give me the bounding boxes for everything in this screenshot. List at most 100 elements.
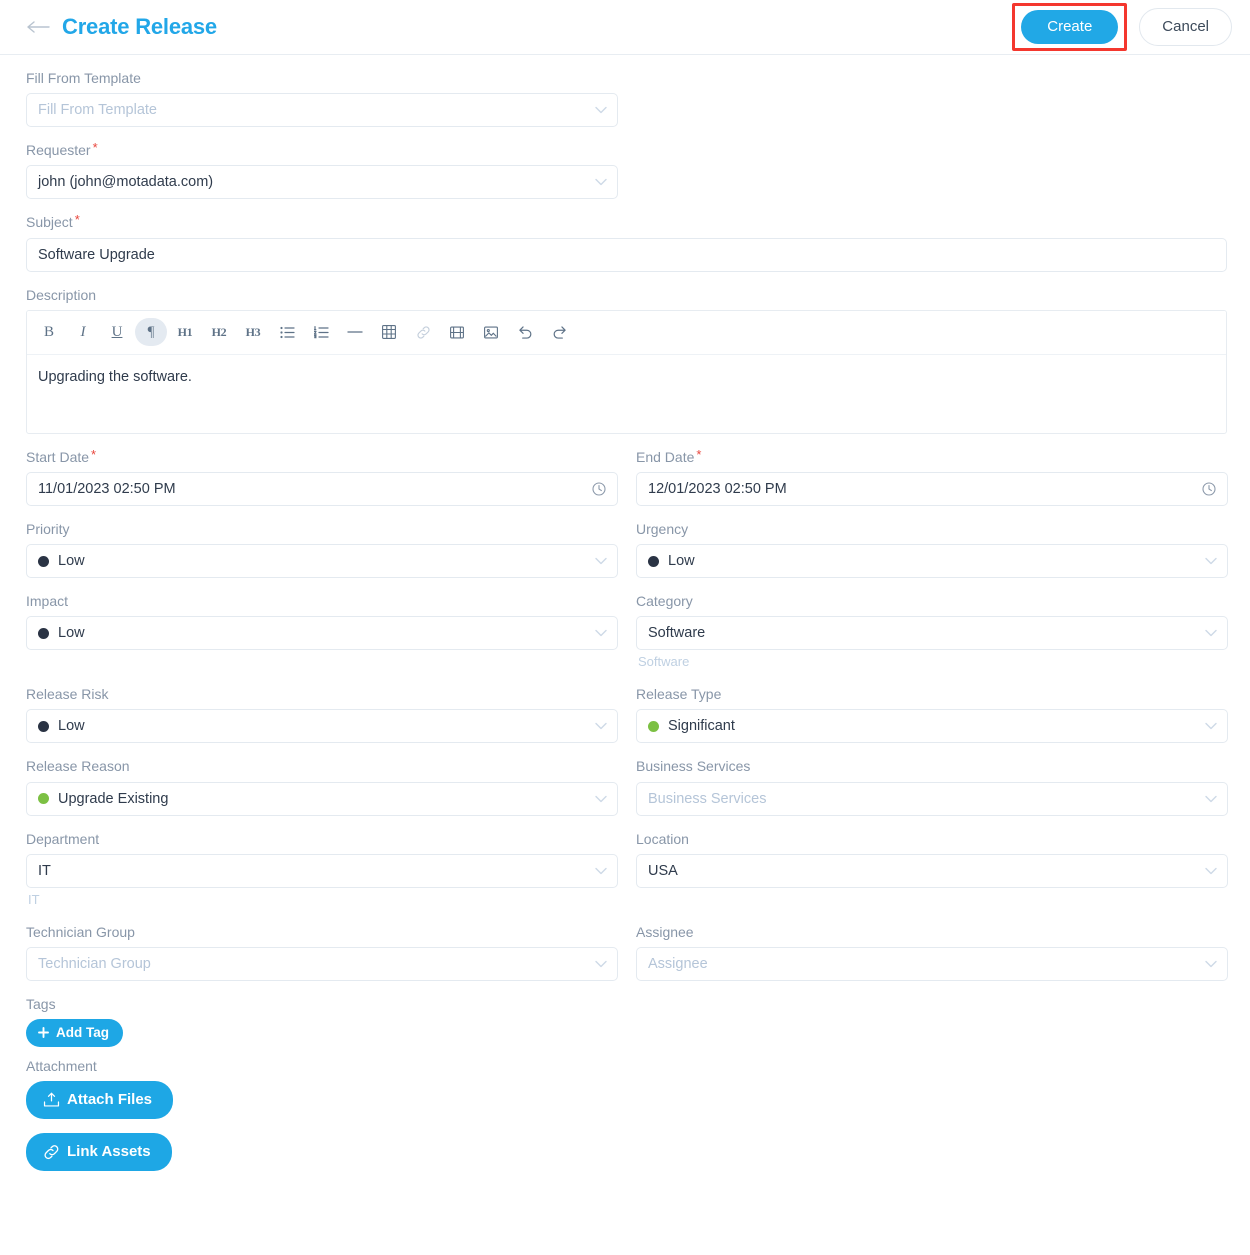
link-assets-button[interactable]: Link Assets	[26, 1132, 172, 1171]
category-select[interactable]: Software	[636, 616, 1228, 651]
business-services-select[interactable]: Business Services	[636, 781, 1228, 816]
release-risk-select[interactable]: Low	[26, 709, 618, 744]
cancel-button[interactable]: Cancel	[1139, 8, 1232, 46]
impact-select[interactable]: Low	[26, 616, 618, 651]
image-icon[interactable]	[475, 318, 507, 346]
description-label: Description	[26, 286, 97, 303]
field-impact: Impact Low	[26, 592, 618, 671]
urgency-label: Urgency	[636, 520, 689, 537]
priority-select[interactable]: Low	[26, 544, 618, 579]
chevron-down-icon	[595, 627, 607, 639]
clock-icon[interactable]	[1202, 482, 1216, 496]
category-label: Category	[636, 593, 693, 610]
field-priority: Priority Low	[26, 520, 618, 579]
add-tag-label: Add Tag	[56, 1025, 109, 1041]
heading-3-icon[interactable]: H3	[237, 318, 269, 346]
chevron-down-icon	[595, 720, 607, 732]
link-icon[interactable]	[407, 318, 439, 346]
row-techgroup-assignee: Technician Group Technician Group Assign…	[26, 923, 1228, 981]
release-reason-color-dot	[38, 793, 49, 805]
plus-icon	[38, 1027, 49, 1039]
department-hint: IT	[28, 891, 40, 907]
requester-label: Requester *	[26, 140, 98, 159]
create-button[interactable]: Create	[1021, 10, 1119, 44]
add-tag-button[interactable]: Add Tag	[26, 1019, 123, 1047]
field-start-date: Start Date * 11/01/2023 02:50 PM	[26, 448, 618, 506]
row-impact-category: Impact Low Category Software Software	[26, 592, 1228, 671]
technician-group-value: Technician Group	[38, 955, 151, 972]
field-tags: Tags Add Tag	[26, 995, 1227, 1047]
row-dates: Start Date * 11/01/2023 02:50 PM End Date…	[26, 448, 1228, 506]
arrow-left-icon[interactable]	[26, 20, 50, 34]
impact-value: Low	[58, 625, 85, 642]
chain-link-icon	[43, 1144, 60, 1160]
horizontal-rule-icon[interactable]	[339, 318, 371, 346]
paragraph-icon[interactable]: ¶	[135, 318, 167, 347]
start-date-input[interactable]: 11/01/2023 02:50 PM	[26, 471, 618, 506]
heading-2-icon[interactable]: H2	[203, 318, 235, 346]
end-date-input[interactable]: 12/01/2023 02:50 PM	[636, 471, 1228, 506]
attach-files-button[interactable]: Attach Files	[26, 1080, 174, 1119]
subject-input[interactable]: Software Upgrade	[26, 237, 1227, 272]
field-business-services: Business Services Business Services	[636, 757, 1228, 816]
priority-color-dot	[38, 555, 49, 567]
description-text[interactable]: Upgrading the software.	[27, 355, 1226, 433]
end-date-label: End Date *	[636, 446, 702, 465]
priority-value: Low	[58, 553, 85, 570]
video-icon[interactable]	[441, 318, 473, 346]
upload-icon	[43, 1092, 60, 1108]
chevron-down-icon	[1205, 958, 1217, 970]
table-icon[interactable]	[373, 318, 405, 346]
bullet-list-icon[interactable]	[271, 318, 303, 346]
bold-icon[interactable]: B	[33, 318, 65, 346]
redo-icon[interactable]	[543, 318, 575, 346]
impact-label: Impact	[26, 593, 69, 610]
urgency-select[interactable]: Low	[636, 544, 1228, 579]
undo-icon[interactable]	[509, 318, 541, 346]
underline-icon[interactable]: U	[101, 318, 133, 346]
numbered-list-icon[interactable]	[305, 318, 337, 346]
row-priority-urgency: Priority Low Urgency Low	[26, 520, 1228, 579]
location-select[interactable]: USA	[636, 853, 1228, 888]
chevron-down-icon	[1205, 627, 1217, 639]
priority-label: Priority	[26, 520, 70, 537]
italic-icon[interactable]: I	[67, 318, 99, 346]
impact-color-dot	[38, 627, 49, 639]
release-type-select[interactable]: Significant	[636, 709, 1228, 744]
field-end-date: End Date * 12/01/2023 02:50 PM	[636, 448, 1228, 506]
release-risk-color-dot	[38, 720, 49, 732]
description-editor: B I U ¶ H1 H2 H3 Upgrading the software.	[26, 309, 1227, 434]
urgency-color-dot	[648, 555, 659, 567]
heading-1-icon[interactable]: H1	[169, 318, 201, 346]
field-category: Category Software Software	[636, 592, 1228, 671]
chevron-down-icon	[1205, 793, 1217, 805]
urgency-value: Low	[668, 553, 695, 570]
category-value: Software	[648, 625, 706, 642]
technician-group-select[interactable]: Technician Group	[26, 946, 618, 981]
form-body: Fill From Template Fill From Template Re…	[0, 55, 1250, 1171]
field-department: Department IT IT	[26, 830, 618, 909]
start-date-label: Start Date *	[26, 446, 97, 465]
attach-files-label: Attach Files	[67, 1091, 153, 1109]
field-location: Location USA	[636, 830, 1228, 909]
field-urgency: Urgency Low	[636, 520, 1228, 579]
department-select[interactable]: IT	[26, 853, 618, 888]
required-marker: *	[91, 446, 97, 462]
row-risk-type: Release Risk Low Release Type Significan…	[26, 685, 1228, 744]
requester-select[interactable]: john (john@motadata.com)	[26, 165, 618, 200]
page-title: Create Release	[62, 14, 217, 39]
end-date-value: 12/01/2023 02:50 PM	[648, 480, 787, 497]
chevron-down-icon	[1205, 555, 1217, 567]
release-reason-select[interactable]: Upgrade Existing	[26, 781, 618, 816]
attachment-label: Attachment	[26, 1057, 97, 1074]
clock-icon[interactable]	[592, 482, 606, 496]
fill-from-template-value: Fill From Template	[38, 102, 157, 119]
create-release-page: Create Release Create Cancel Fill From T…	[0, 0, 1250, 1255]
required-marker: *	[696, 446, 702, 462]
release-risk-value: Low	[58, 718, 85, 735]
department-label: Department	[26, 830, 100, 847]
link-assets-label: Link Assets	[67, 1143, 151, 1161]
technician-group-label: Technician Group	[26, 923, 135, 940]
fill-from-template-select[interactable]: Fill From Template	[26, 93, 618, 128]
assignee-select[interactable]: Assignee	[636, 946, 1228, 981]
